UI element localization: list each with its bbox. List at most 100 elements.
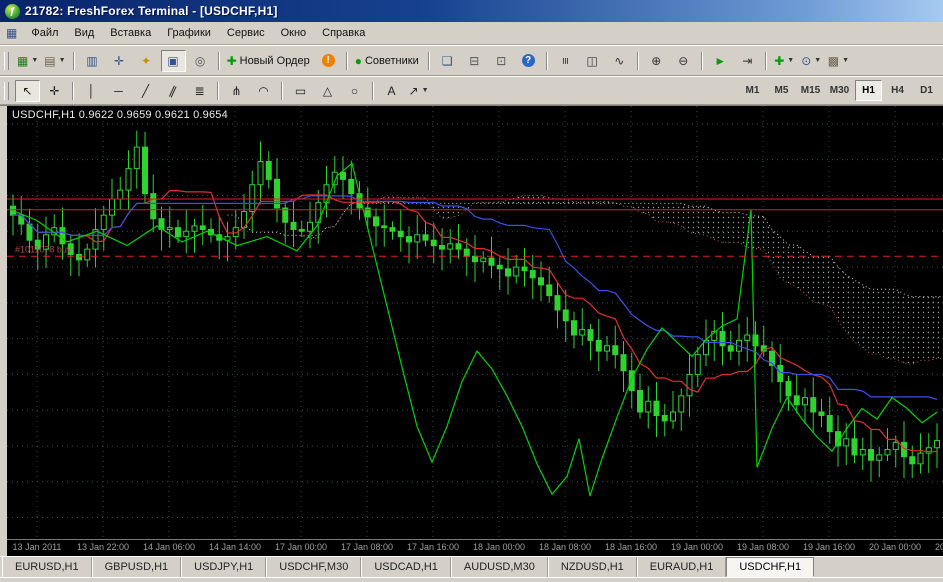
indicators-button[interactable]: ✚ ▼	[771, 49, 797, 72]
timeframe-d1-button[interactable]: D1	[913, 80, 940, 101]
candlestick-chart-button[interactable]: ◫	[579, 49, 605, 72]
new-chart-button[interactable]: ▦ ▼	[15, 49, 41, 72]
strategy-tester-button[interactable]: ◎	[187, 49, 213, 72]
cycle-lines-button[interactable]: ◠	[251, 79, 276, 102]
menu-view[interactable]: Вид	[66, 24, 102, 42]
new-order-button-label: Новый Ордер	[239, 54, 310, 67]
time-axis-label: 18 Jan 00:00	[472, 542, 526, 552]
line-chart-button[interactable]: ∿	[606, 49, 632, 72]
data-window-button[interactable]: ✛	[106, 49, 132, 72]
templates-button[interactable]: ▩ ▼	[825, 49, 851, 72]
arrow-icon: ↗	[408, 83, 419, 98]
bars-icon: ≡	[558, 56, 573, 65]
dropdown-arrow-icon[interactable]: ▼	[59, 57, 66, 64]
alert-button[interactable]: !	[315, 49, 341, 72]
terminal-button[interactable]: ▣	[160, 49, 186, 72]
window-title: 21782: FreshForex Terminal - [USDCHF,H1]	[25, 4, 278, 18]
zoom-in-button[interactable]: ⊕	[643, 49, 669, 72]
shift-icon: ⇥	[742, 53, 753, 68]
cursor-button[interactable]: ↖	[15, 79, 40, 102]
zoom-in-icon: ⊕	[651, 53, 662, 68]
chart-window-button[interactable]: ❏	[434, 49, 460, 72]
timeframe-m1-button[interactable]: M1	[739, 80, 766, 101]
time-axis-label: 14 Jan 06:00	[142, 542, 196, 552]
chart-tab-usdchf-h1[interactable]: USDCHF,H1	[726, 557, 815, 577]
print-preview-button[interactable]: ⊡	[488, 49, 514, 72]
chart-tab-gbpusd-h1[interactable]: GBPUSD,H1	[91, 557, 182, 577]
expert-advisors-button[interactable]: ● Советники	[352, 49, 423, 72]
crosshair-icon: ✛	[49, 83, 60, 98]
bar-chart-button[interactable]: ≡	[552, 49, 578, 72]
text-label-button[interactable]: A	[379, 79, 404, 102]
crosshair-button[interactable]: ✛	[42, 79, 67, 102]
time-axis-label: 18 Jan 16:00	[604, 542, 658, 552]
fibonacci-icon: ≣	[194, 83, 205, 98]
cycle-lines-icon: ◠	[258, 83, 269, 98]
timeframe-m30-button[interactable]: M30	[826, 80, 853, 101]
menu-help[interactable]: Справка	[314, 24, 373, 42]
chart-tab-eurusd-h1[interactable]: EURUSD,H1	[2, 557, 92, 577]
chart-tab-usdchf-m30[interactable]: USDCHF,M30	[266, 557, 362, 577]
chart-tab-usdjpy-h1[interactable]: USDJPY,H1	[181, 557, 267, 577]
clock-icon: ⊙	[801, 53, 812, 68]
trendline-button[interactable]: ╱	[133, 79, 158, 102]
channel-icon: ∥	[166, 82, 179, 99]
plus-icon: ✚	[226, 53, 237, 68]
ellipse-button[interactable]: ○	[342, 79, 367, 102]
chart-tab-euraud-h1[interactable]: EURAUD,H1	[636, 557, 727, 577]
dropdown-arrow-icon[interactable]: ▼	[31, 57, 38, 64]
timeframe-m5-button[interactable]: M5	[768, 80, 795, 101]
candles-icon: ◫	[586, 53, 598, 68]
chart-tab-usdcad-h1[interactable]: USDCAD,H1	[361, 557, 451, 577]
chart-mdi-icon[interactable]: ▦	[2, 26, 23, 40]
chart-plot-area[interactable]: #1011078 buy USDCHF,H1 0.9622 0.9659 0.9…	[7, 106, 943, 539]
chart-ohlc-header: USDCHF,H1 0.9622 0.9659 0.9621 0.9654	[12, 109, 228, 121]
dropdown-arrow-icon[interactable]: ▼	[787, 57, 794, 64]
chart-shift-button[interactable]: ⇥	[734, 49, 760, 72]
triangle-button[interactable]: △	[315, 79, 340, 102]
timeframe-h1-button[interactable]: H1	[855, 80, 882, 101]
pitchfork-button[interactable]: ⋔	[224, 79, 249, 102]
time-axis-label: 18 Jan 08:00	[538, 542, 592, 552]
menu-insert[interactable]: Вставка	[102, 24, 159, 42]
new-order-button[interactable]: ✚ Новый Ордер	[224, 49, 314, 72]
trendline-icon: ╱	[141, 83, 150, 98]
navigator-button[interactable]: ✦	[133, 49, 159, 72]
market-watch-button[interactable]: ▥	[79, 49, 105, 72]
toolbar-separator	[700, 51, 703, 70]
window-icon: ❏	[441, 53, 453, 68]
print-button[interactable]: ⊟	[461, 49, 487, 72]
dropdown-arrow-icon[interactable]: ▼	[814, 57, 821, 64]
timeframe-h4-button[interactable]: H4	[884, 80, 911, 101]
profiles-button[interactable]: ▤ ▼	[42, 49, 68, 72]
time-axis[interactable]: 13 Jan 2011 13 Jan 22:00 14 Jan 06:00 14 Ja…	[7, 539, 943, 556]
dropdown-arrow-icon[interactable]: ▼	[422, 87, 429, 94]
help-button[interactable]: ?	[515, 49, 541, 72]
timeframe-m15-button[interactable]: M15	[797, 80, 824, 101]
chart-tab-audusd-m30[interactable]: AUDUSD,M30	[450, 557, 548, 577]
rectangle-button[interactable]: ▭	[288, 79, 313, 102]
dropdown-arrow-icon[interactable]: ▼	[842, 57, 849, 64]
menu-file[interactable]: Файл	[23, 24, 66, 42]
title-bar[interactable]: ƒ 21782: FreshForex Terminal - [USDCHF,H…	[0, 0, 943, 22]
vertical-line-button[interactable]: │	[79, 79, 104, 102]
menu-service[interactable]: Сервис	[219, 24, 273, 42]
chart-tab-nzdusd-h1[interactable]: NZDUSD,H1	[547, 557, 637, 577]
zoom-out-button[interactable]: ⊖	[670, 49, 696, 72]
pitchfork-icon: ⋔	[231, 83, 242, 98]
toolbar-separator	[217, 81, 219, 100]
toolbar-separator	[72, 81, 74, 100]
price-chart[interactable]: #1011078 buy	[7, 106, 943, 539]
fibonacci-button[interactable]: ≣	[187, 79, 212, 102]
menu-charts[interactable]: Графики	[159, 24, 219, 42]
menu-window[interactable]: Окно	[273, 24, 315, 42]
periods-button[interactable]: ⊙ ▼	[798, 49, 824, 72]
horizontal-line-button[interactable]: ─	[106, 79, 131, 102]
auto-scroll-icon: ►	[714, 53, 727, 68]
channel-button[interactable]: ∥	[160, 79, 185, 102]
status-bar	[0, 577, 943, 582]
toolbar-separator	[217, 51, 220, 70]
auto-scroll-button[interactable]: ►	[707, 49, 733, 72]
arrows-button[interactable]: ↗ ▼	[406, 79, 431, 102]
question-icon: ?	[521, 54, 535, 67]
